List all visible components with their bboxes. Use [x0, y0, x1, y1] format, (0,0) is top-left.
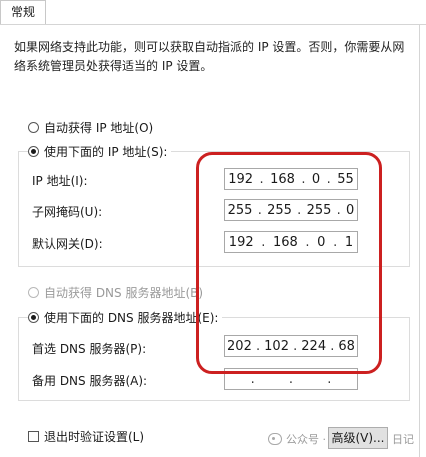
radio-auto-dns-circle[interactable] — [28, 287, 39, 298]
radio-auto-dns[interactable]: 自动获得 DNS 服务器地址(B) — [28, 284, 203, 301]
radio-manual-ip[interactable]: 使用下面的 IP 地址(S): — [28, 143, 172, 160]
radio-auto-ip[interactable]: 自动获得 IP 地址(O) — [28, 119, 153, 136]
ipv4-properties-window: 常规 如果网络支持此功能，则可以获取自动指派的 IP 设置。否则，你需要从网络系… — [0, 0, 426, 457]
radio-manual-dns-circle[interactable] — [28, 312, 39, 323]
watermark-suffix: 日记 — [392, 433, 414, 446]
radio-manual-dns-label: 使用下面的 DNS 服务器地址(E): — [44, 311, 219, 325]
validate-checkbox-label: 退出时验证设置(L) — [44, 430, 145, 444]
watermark-text: 公众号 · — [286, 433, 326, 446]
wechat-icon — [268, 433, 282, 445]
highlight-ring — [196, 152, 382, 374]
radio-manual-ip-label: 使用下面的 IP 地址(S): — [44, 145, 168, 159]
description-text: 如果网络支持此功能，则可以获取自动指派的 IP 设置。否则，你需要从网络系统管理… — [14, 40, 405, 73]
alternate-dns-label: 备用 DNS 服务器(A): — [32, 374, 148, 388]
watermark: 公众号 · — [268, 431, 326, 447]
preferred-dns-label: 首选 DNS 服务器(P): — [32, 342, 147, 356]
radio-manual-ip-circle[interactable] — [28, 146, 39, 157]
radio-auto-ip-label: 自动获得 IP 地址(O) — [44, 121, 154, 135]
tab-general[interactable]: 常规 — [0, 0, 46, 24]
subnet-mask-label: 子网掩码(U): — [32, 205, 103, 219]
tab-strip: 常规 — [0, 0, 426, 25]
advanced-button[interactable]: 高级(V)... — [328, 427, 388, 449]
validate-checkbox-box[interactable] — [28, 431, 39, 442]
ip-address-label: IP 地址(I): — [32, 174, 88, 188]
validate-on-exit-checkbox[interactable]: 退出时验证设置(L) — [28, 428, 144, 445]
radio-auto-dns-label: 自动获得 DNS 服务器地址(B) — [44, 286, 204, 300]
radio-auto-ip-circle[interactable] — [28, 122, 39, 133]
radio-manual-dns[interactable]: 使用下面的 DNS 服务器地址(E): — [28, 309, 223, 326]
default-gateway-label: 默认网关(D): — [32, 237, 103, 251]
